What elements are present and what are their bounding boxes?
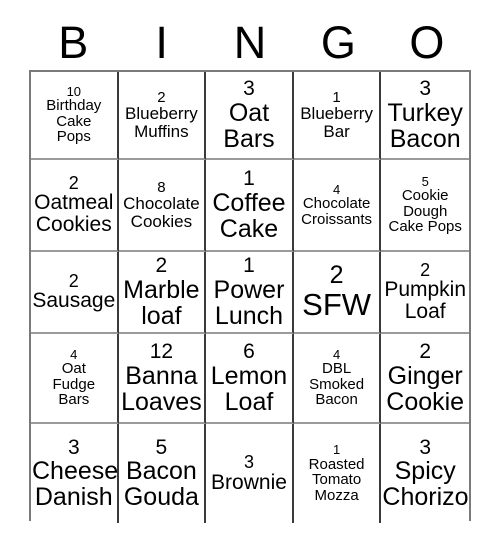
bingo-cell-count: 2 [157,88,166,106]
bingo-header-letter-n: N [233,17,267,68]
bingo-cell-count: 3 [67,435,80,459]
bingo-grid: 10 Birthday Cake Pops 2 Blueberry Muffin… [29,70,471,523]
bingo-cell[interactable]: 2 Oatmeal Cookies [31,160,119,252]
bingo-cell-label: Roasted Tomato Mozza [308,455,365,504]
bingo-cell-count: 3 [419,77,432,101]
bingo-cell-label: Oat Fudge Bars [52,360,96,409]
bingo-cell-label: Power Lunch [213,275,285,330]
bingo-cell-label: Sausage [32,289,116,313]
bingo-header-letter-i: I [155,17,168,68]
bingo-cell-count: 2 [329,261,344,290]
bingo-cell-label: Blueberry Muffins [125,103,198,141]
bingo-cell-count: 6 [243,340,255,364]
bingo-cell-count: 2 [420,259,431,280]
bingo-cell-count: 2 [419,340,432,364]
bingo-cell[interactable]: 8 Chocolate Cookies [118,160,207,252]
bingo-cell-label: Spicy Chorizo [382,457,469,512]
bingo-cell-label: Blueberry Bar [300,103,373,141]
bingo-cell[interactable]: 2 SFW [293,252,382,334]
bingo-cell-count: 2 [155,254,168,278]
bingo-cell-count: 4 [332,346,341,362]
bingo-cell-count: 3 [243,452,254,473]
bingo-cell-count: 2 [68,172,79,193]
bingo-cell-label: Coffee Cake [212,188,286,243]
bingo-header-row: B I N G O [29,16,471,70]
bingo-cell-count: 10 [66,83,82,99]
bingo-cell-count: 2 [68,270,79,291]
bingo-cell-label: Bacon Gouda [123,457,199,512]
bingo-card: B I N G O 10 Birthday Cake Pops 2 Bluebe… [0,0,500,544]
bingo-cell[interactable]: 2 Pumpkin Loaf [381,252,469,334]
bingo-cell-label: Chocolate Cookies [123,193,200,231]
bingo-cell[interactable]: 2 Sausage [31,252,119,334]
bingo-cell[interactable]: 2 Blueberry Muffins [118,72,207,160]
bingo-cell-count: 4 [70,346,78,362]
bingo-cell[interactable]: 1 Roasted Tomato Mozza [293,424,382,523]
bingo-cell[interactable]: 12 Banna Loaves [118,334,207,424]
bingo-cell-label: Marble loaf [123,275,200,330]
bingo-cell[interactable]: 5 Cookie Dough Cake Pops [381,160,469,252]
bingo-cell-label: Lemon Loaf [210,361,288,416]
bingo-header-letter-g: G [320,17,356,68]
bingo-cell-label: Cookie Dough Cake Pops [388,187,462,236]
bingo-cell-count: 8 [157,178,166,196]
bingo-cell-label: Turkey Bacon [387,98,463,153]
bingo-cell[interactable]: 3 Spicy Chorizo [381,424,469,523]
bingo-cell-count: 3 [419,435,432,459]
bingo-cell-label: Chocolate Croissants [301,195,373,228]
bingo-cell-count: 1 [243,167,255,191]
bingo-cell[interactable]: 6 Lemon Loaf [206,334,294,424]
bingo-cell-label: Cheese Danish [32,457,119,512]
bingo-cell-label: Birthday Cake Pops [46,97,102,146]
bingo-header-letter-b: B [58,17,89,68]
bingo-cell-label: Banna Loaves [121,361,202,416]
bingo-cell-count: 1 [332,88,341,106]
bingo-cell-count: 4 [332,181,341,197]
bingo-cell-count: 1 [243,254,255,278]
bingo-cell[interactable]: 2 Ginger Cookie [381,334,469,424]
bingo-cell[interactable]: 2 Marble loaf [118,252,207,334]
bingo-cell[interactable]: 3 Brownie [206,424,294,523]
bingo-header-letter-o: O [409,17,445,68]
bingo-cell-count: 3 [243,77,255,101]
bingo-cell[interactable]: 5 Bacon Gouda [118,424,207,523]
bingo-cell[interactable]: 4 DBL Smoked Bacon [293,334,382,424]
bingo-cell[interactable]: 3 Cheese Danish [31,424,119,523]
bingo-cell[interactable]: 3 Oat Bars [206,72,294,160]
bingo-cell[interactable]: 1 Power Lunch [206,252,294,334]
bingo-cell-label: Oatmeal Cookies [34,191,114,237]
bingo-cell-label: DBL Smoked Bacon [309,360,365,409]
bingo-cell-label: Oat Bars [223,98,275,153]
bingo-cell[interactable]: 10 Birthday Cake Pops [31,72,119,160]
bingo-cell-count: 5 [421,173,429,189]
bingo-cell-label: Ginger Cookie [386,361,465,416]
bingo-cell-count: 1 [332,442,341,458]
bingo-cell-label: Brownie [211,470,287,494]
bingo-cell-count: 5 [155,435,168,459]
bingo-cell-count: 12 [149,340,174,364]
bingo-cell-label: SFW [302,286,372,322]
bingo-cell[interactable]: 3 Turkey Bacon [381,72,469,160]
bingo-cell[interactable]: 4 Oat Fudge Bars [31,334,119,424]
bingo-cell[interactable]: 4 Chocolate Croissants [293,160,382,252]
bingo-cell[interactable]: 1 Blueberry Bar [293,72,382,160]
bingo-cell[interactable]: 1 Coffee Cake [206,160,294,252]
bingo-cell-label: Pumpkin Loaf [384,278,467,324]
